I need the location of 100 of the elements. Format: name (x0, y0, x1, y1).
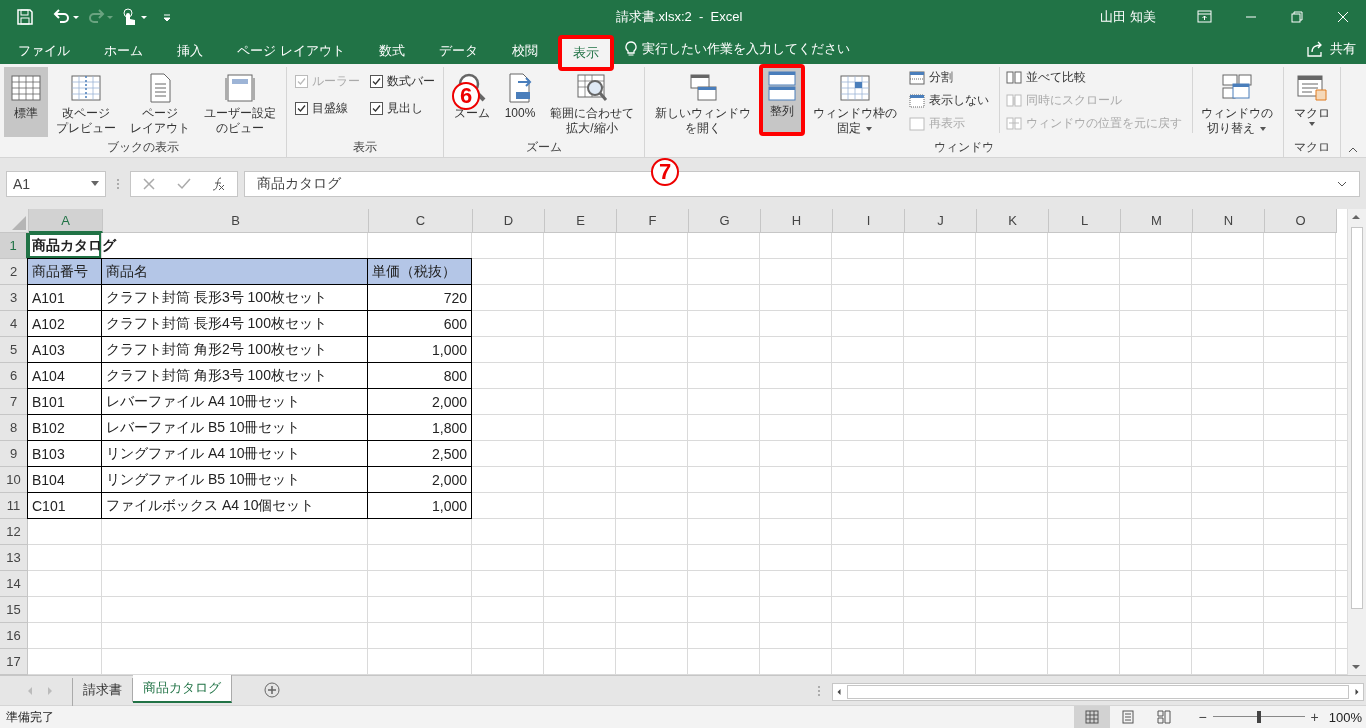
row-header[interactable]: 15 (0, 597, 28, 623)
ribbon-button[interactable]: ウィンドウの 切り替え (1195, 67, 1279, 137)
table-cell: 2,500 (368, 441, 472, 467)
table-cell: ファイルボックス A4 10個セット (102, 493, 368, 519)
column-header[interactable]: O (1265, 209, 1337, 233)
ribbon-button[interactable]: ページ レイアウト (124, 67, 196, 137)
column-header[interactable]: H (761, 209, 833, 233)
table-cell: クラフト封筒 角形3号 100枚セット (102, 363, 368, 389)
ribbon-button[interactable]: 100% (498, 67, 542, 137)
column-header[interactable]: F (617, 209, 689, 233)
column-header[interactable]: E (545, 209, 617, 233)
row-header[interactable]: 7 (0, 389, 28, 415)
stacked-panes-icon (766, 70, 798, 102)
row-header[interactable]: 1 (0, 233, 28, 259)
row-header[interactable]: 4 (0, 311, 28, 337)
vertical-scrollbar[interactable] (1347, 209, 1366, 675)
row-header[interactable]: 5 (0, 337, 28, 363)
ribbon-button[interactable]: ウィンドウ枠の 固定 (807, 67, 903, 137)
ribbon-button[interactable]: 新しいウィンドウ を開く (649, 67, 757, 137)
ribbon-tab[interactable]: 挿入 (163, 34, 217, 64)
grip-icon (816, 684, 822, 698)
lightbulb-icon (623, 41, 638, 57)
column-header[interactable]: B (103, 209, 369, 233)
expand-icon[interactable] (1337, 180, 1347, 187)
column-header[interactable]: I (833, 209, 905, 233)
row-header[interactable]: 12 (0, 519, 28, 545)
tell-me-field[interactable]: 実行したい作業を入力してください (623, 34, 850, 64)
dropdown-icon[interactable] (91, 181, 99, 186)
ribbon-tab[interactable]: 数式 (364, 34, 419, 64)
ribbon-button[interactable]: 整列 (759, 64, 805, 136)
ribbon-tab[interactable]: ホーム (90, 34, 157, 64)
row-header[interactable]: 10 (0, 467, 28, 493)
column-header[interactable]: M (1121, 209, 1193, 233)
zoom-in-button[interactable]: + (1310, 709, 1319, 725)
column-header[interactable]: C (369, 209, 473, 233)
row-header[interactable]: 11 (0, 493, 28, 519)
table-cell: C101 (27, 493, 102, 519)
add-sheet-icon[interactable] (264, 682, 280, 698)
row-header[interactable]: 14 (0, 571, 28, 597)
ribbon-button[interactable]: マクロ (1288, 67, 1336, 137)
ribbon-tab[interactable]: データ (424, 34, 492, 64)
zoom-out-button[interactable]: − (1198, 709, 1207, 725)
checkbox[interactable]: 目盛線 (295, 100, 360, 117)
frozen-grid-icon (839, 72, 871, 104)
ribbon-button[interactable]: 並べて比較 (1006, 67, 1182, 88)
slider-thumb[interactable] (1256, 711, 1261, 723)
ribbon-button[interactable]: 標準 (4, 67, 48, 137)
caret-icon (1258, 126, 1267, 132)
column-header[interactable]: K (977, 209, 1049, 233)
ribbon-tab[interactable]: 校閲 (497, 34, 552, 64)
table-cell: 2,000 (368, 467, 472, 493)
ribbon-tab[interactable]: ファイル (4, 34, 84, 64)
column-header[interactable]: L (1049, 209, 1121, 233)
row-header[interactable]: 3 (0, 285, 28, 311)
function-icon[interactable] (212, 176, 227, 191)
share-icon (1306, 41, 1324, 57)
checkbox[interactable]: 見出し (370, 100, 435, 117)
window-icon (909, 115, 925, 132)
ribbon-tab[interactable]: 表示 (557, 35, 614, 71)
group-label: ウィンドウ (933, 139, 995, 156)
share-button[interactable]: 共有 (1306, 34, 1366, 64)
page-break-icon (70, 72, 102, 104)
row-header[interactable]: 9 (0, 441, 28, 467)
save-icon[interactable] (16, 8, 34, 26)
undo-icon[interactable] (52, 8, 80, 26)
scroll-sync-icon (1006, 92, 1022, 109)
reset-windows-icon (1006, 115, 1022, 132)
check-icon[interactable] (177, 176, 191, 191)
user-name: 山田 知美 (1100, 8, 1156, 26)
touch-icon[interactable] (120, 8, 148, 26)
sheet-tab[interactable]: 商品カタログ (133, 675, 232, 703)
table-cell: 1,800 (368, 415, 472, 441)
column-header[interactable]: N (1193, 209, 1265, 233)
row-header[interactable]: 17 (0, 649, 28, 675)
ribbon-button[interactable]: 分割 (909, 67, 989, 88)
column-header[interactable]: A (29, 209, 103, 233)
row-header[interactable]: 16 (0, 623, 28, 649)
ribbon-button[interactable]: 表示しない (909, 90, 989, 111)
table-cell: A101 (27, 285, 102, 311)
page-break-icon (1157, 710, 1172, 724)
ribbon-button[interactable]: 改ページ プレビュー (50, 67, 122, 137)
collapse-icon[interactable] (1348, 147, 1358, 153)
column-header[interactable]: G (689, 209, 761, 233)
table-cell: 1,000 (368, 493, 472, 519)
table-cell: クラフト封筒 長形4号 100枚セット (102, 311, 368, 337)
column-header[interactable]: D (473, 209, 545, 233)
ribbon-button[interactable]: ユーザー設定 のビュー (198, 67, 282, 137)
row-header[interactable]: 2 (0, 259, 28, 285)
table-cell: リングファイル A4 10冊セット (102, 441, 368, 467)
checkbox[interactable]: 数式バー (370, 73, 435, 90)
ribbon-tab[interactable]: ページ レイアウト (223, 34, 359, 64)
column-header[interactable]: J (905, 209, 977, 233)
view-button[interactable] (1074, 706, 1111, 728)
row-header[interactable]: 6 (0, 363, 28, 389)
horizontal-scrollbar[interactable] (832, 683, 1364, 701)
table-cell: 720 (368, 285, 472, 311)
row-header[interactable]: 8 (0, 415, 28, 441)
table-cell: レバーファイル A4 10冊セット (102, 389, 368, 415)
name-box[interactable]: A1 (6, 170, 106, 197)
row-header[interactable]: 13 (0, 545, 28, 571)
